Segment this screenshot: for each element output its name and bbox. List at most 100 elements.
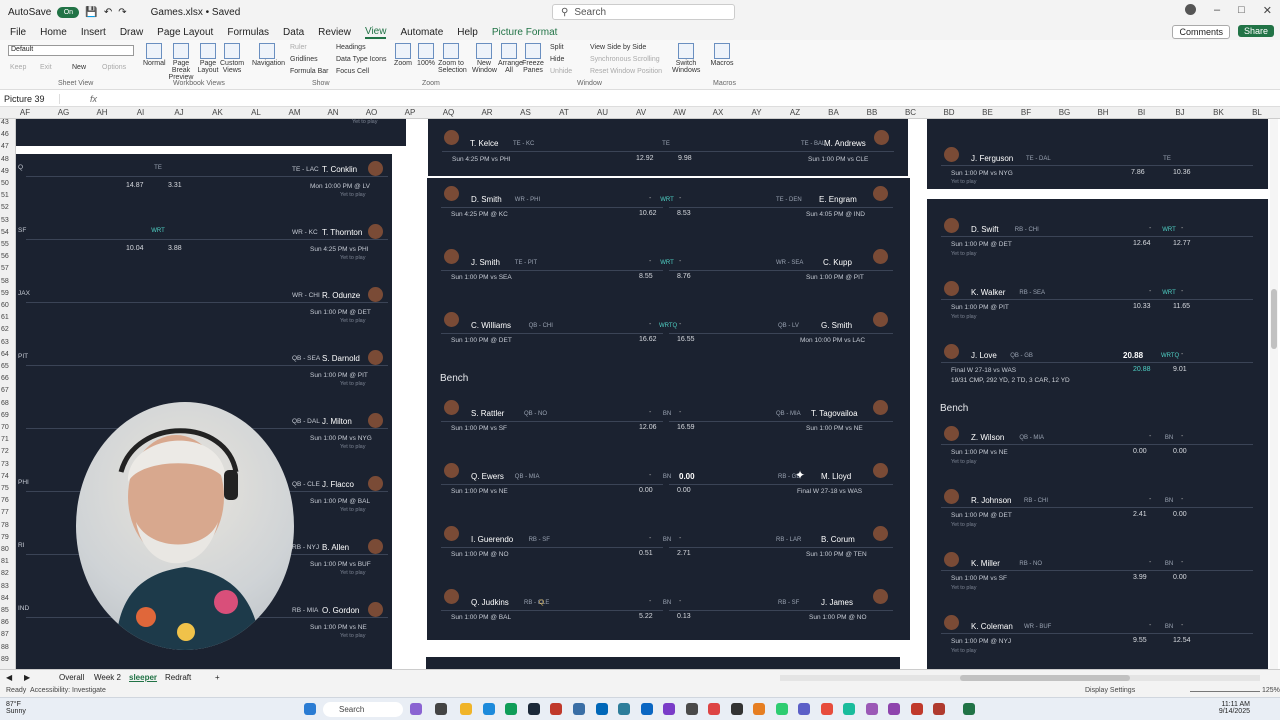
player-name[interactable]: B. Allen bbox=[322, 543, 349, 552]
row-header[interactable]: 79 bbox=[1, 534, 9, 541]
row-header[interactable]: 70 bbox=[1, 424, 9, 431]
column-header[interactable]: AZ bbox=[780, 108, 810, 117]
player-name[interactable]: M. Andrews bbox=[824, 139, 866, 148]
navigation-button[interactable]: Navigation bbox=[252, 43, 285, 67]
row-header[interactable]: 65 bbox=[1, 363, 9, 370]
row-header[interactable]: 55 bbox=[1, 241, 9, 248]
menu-file[interactable]: File bbox=[10, 27, 26, 38]
row-header[interactable]: 75 bbox=[1, 485, 9, 492]
tab-sleeper[interactable]: sleeper bbox=[129, 673, 157, 682]
player-name[interactable]: T. Conklin bbox=[322, 165, 357, 174]
app-icon-scarlet[interactable] bbox=[821, 703, 833, 715]
row-header[interactable]: 43 bbox=[1, 119, 9, 126]
comments-button[interactable]: Comments bbox=[1172, 25, 1230, 39]
zoom-slider[interactable] bbox=[1190, 691, 1260, 692]
player-name[interactable]: E. Engram bbox=[819, 195, 857, 204]
column-header[interactable]: AN bbox=[318, 108, 348, 117]
player-name[interactable]: D. Swift bbox=[971, 225, 999, 234]
copilot-icon[interactable] bbox=[410, 703, 422, 715]
matchup-row[interactable]: D. Smith WR - PHI - WRT - TE - DEN E. Engram Su… bbox=[427, 182, 910, 242]
row-header[interactable]: 78 bbox=[1, 522, 9, 529]
file-name[interactable]: Games.xlsx • Saved bbox=[151, 7, 241, 18]
player-name[interactable]: K. Walker bbox=[971, 288, 1005, 297]
zoom-selection-button[interactable]: Zoom to Selection bbox=[438, 43, 467, 74]
row-header[interactable]: 84 bbox=[1, 595, 9, 602]
row-header[interactable]: 53 bbox=[1, 217, 9, 224]
obs-icon[interactable] bbox=[866, 703, 878, 715]
player-name[interactable]: D. Smith bbox=[471, 195, 502, 204]
name-box[interactable]: Picture 39 bbox=[0, 93, 60, 104]
column-header[interactable]: BC bbox=[896, 108, 926, 117]
row-header[interactable]: 59 bbox=[1, 290, 9, 297]
column-header[interactable]: BD bbox=[934, 108, 964, 117]
player-row[interactable]: Z. Wilson QB - MIA - BN - Sun 1:00 PM vs NE 0.… bbox=[927, 407, 1268, 467]
column-header[interactable]: BE bbox=[973, 108, 1003, 117]
page-layout-button[interactable]: Page Layout bbox=[197, 43, 219, 74]
tab-week-2[interactable]: Week 2 bbox=[94, 673, 121, 682]
column-header[interactable]: AJ bbox=[164, 108, 194, 117]
formula-bar-checkbox[interactable]: Formula Bar bbox=[290, 68, 329, 75]
player-name[interactable]: O. Gordon bbox=[322, 606, 359, 615]
row-header[interactable]: 58 bbox=[1, 278, 9, 285]
app-icon-mint[interactable] bbox=[843, 703, 855, 715]
player-name[interactable]: S. Darnold bbox=[322, 354, 360, 363]
menu-picture-format[interactable]: Picture Format bbox=[492, 27, 558, 38]
scroll-thumb[interactable] bbox=[1271, 289, 1277, 349]
headings-checkbox[interactable]: Headings bbox=[336, 44, 366, 51]
webcam-overlay[interactable] bbox=[76, 402, 294, 650]
zoom-level[interactable]: 125% bbox=[1262, 687, 1280, 694]
normal-view-button[interactable]: Normal bbox=[143, 43, 166, 67]
maximize-icon[interactable]: □ bbox=[1238, 4, 1245, 17]
row-header[interactable]: 68 bbox=[1, 400, 9, 407]
avatar[interactable] bbox=[1185, 4, 1196, 15]
split-button[interactable]: Split bbox=[550, 44, 564, 51]
row-header[interactable]: 77 bbox=[1, 509, 9, 516]
row-header[interactable]: 46 bbox=[1, 131, 9, 138]
column-header[interactable]: AF bbox=[10, 108, 40, 117]
file-explorer-icon[interactable] bbox=[460, 703, 472, 715]
column-header[interactable]: AG bbox=[49, 108, 79, 117]
edge-icon[interactable] bbox=[483, 703, 495, 715]
matchup-row[interactable]: I. Guerendo RB - SF - BN - RB - LAR B. Corum Su… bbox=[427, 522, 910, 582]
player-row[interactable]: J. Love QB - GB 20.88 WRTQ - Final W 27-18 vs… bbox=[927, 325, 1268, 385]
row-header[interactable]: 74 bbox=[1, 473, 9, 480]
column-header[interactable]: BL bbox=[1242, 108, 1272, 117]
column-header[interactable]: BI bbox=[1127, 108, 1157, 117]
matchup-row[interactable]: C. Williams QB - CHI - WRTQ - QB - LV G. Smith… bbox=[427, 308, 910, 368]
player-name[interactable]: R. Odunze bbox=[322, 291, 360, 300]
row-header[interactable]: 60 bbox=[1, 302, 9, 309]
column-header[interactable]: AK bbox=[203, 108, 233, 117]
zoom-button[interactable]: Zoom bbox=[394, 43, 412, 67]
column-header[interactable]: AU bbox=[588, 108, 618, 117]
column-header[interactable]: AP bbox=[395, 108, 425, 117]
accessibility-status[interactable]: Accessibility: Investigate bbox=[30, 687, 106, 694]
app-icon-purple[interactable] bbox=[663, 703, 675, 715]
player-name[interactable]: J. Milton bbox=[322, 417, 352, 426]
tab-next-icon[interactable]: ▶ bbox=[24, 673, 30, 682]
app-icon-crimson[interactable] bbox=[911, 703, 923, 715]
row-header[interactable]: 52 bbox=[1, 204, 9, 211]
tab-redraft[interactable]: Redraft bbox=[165, 673, 191, 682]
row-header[interactable]: 85 bbox=[1, 607, 9, 614]
fx-icon[interactable]: fx bbox=[90, 94, 97, 104]
player-row[interactable]: K. Miller RB - NO - BN - Sun 1:00 PM vs SF 3.9… bbox=[927, 533, 1268, 593]
menu-data[interactable]: Data bbox=[283, 27, 304, 38]
menu-automate[interactable]: Automate bbox=[400, 27, 443, 38]
autosave-toggle[interactable]: On bbox=[57, 6, 80, 18]
tab-prev-icon[interactable]: ◀ bbox=[6, 673, 12, 682]
redo-icon[interactable]: ↷ bbox=[118, 7, 126, 18]
sync-scroll-button[interactable]: Synchronous Scrolling bbox=[590, 56, 660, 63]
player-name[interactable]: J. Ferguson bbox=[971, 154, 1013, 163]
player-name[interactable]: K. Coleman bbox=[971, 622, 1013, 631]
matchup-row[interactable]: Q. Ewers QB - MIA - BN -0.00 RB - GB M. Lloyd S… bbox=[427, 459, 910, 519]
store-icon[interactable] bbox=[596, 703, 608, 715]
row-header[interactable]: 80 bbox=[1, 546, 9, 553]
row-header[interactable]: 57 bbox=[1, 265, 9, 272]
menu-page-layout[interactable]: Page Layout bbox=[157, 27, 213, 38]
column-header[interactable]: AL bbox=[241, 108, 271, 117]
player-name[interactable]: B. Corum bbox=[821, 535, 855, 544]
row-header[interactable]: 61 bbox=[1, 314, 9, 321]
column-header[interactable]: AM bbox=[280, 108, 310, 117]
player-name[interactable]: J. Flacco bbox=[322, 480, 354, 489]
player-name[interactable]: C. Williams bbox=[471, 321, 511, 330]
